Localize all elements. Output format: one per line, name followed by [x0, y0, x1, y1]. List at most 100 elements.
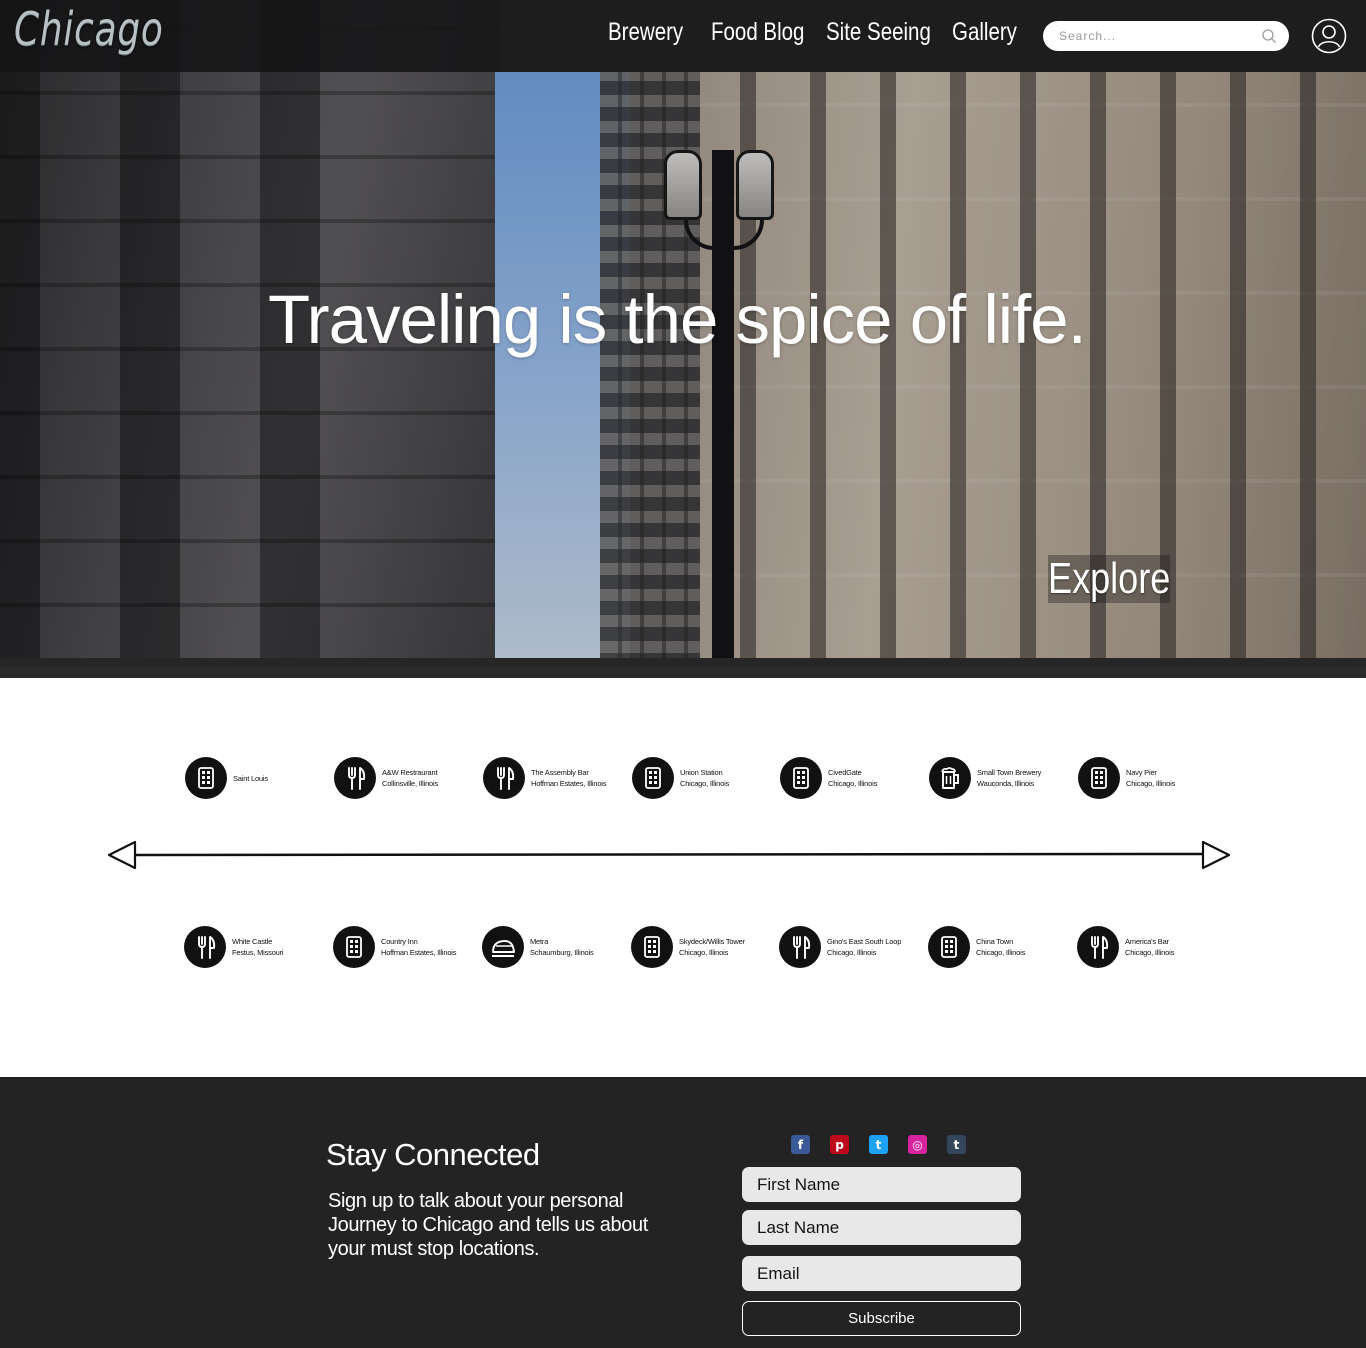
location-name: Metra: [530, 937, 549, 946]
location-item[interactable]: A&W Restraurant Collinsville, Illinois: [334, 755, 438, 801]
building-icon: [780, 757, 822, 799]
building-icon: [185, 757, 227, 799]
location-item[interactable]: China Town Chicago, Illinois: [928, 924, 1025, 970]
location-item[interactable]: Small Town Brewery Wauconda, Illinois: [929, 755, 1041, 801]
nav-link-gallery[interactable]: Gallery: [952, 18, 1017, 47]
location-text: Gino's East South Loop Chicago, Illinois: [827, 936, 901, 958]
fork-knife-icon: [779, 926, 821, 968]
location-text: America's Bar Chicago, Illinois: [1125, 936, 1174, 958]
fork-knife-icon: [483, 757, 525, 799]
location-name: CivedGate: [828, 768, 862, 777]
hero-bottom-bar: [0, 658, 1366, 667]
location-text: Skydeck/Willis Tower Chicago, Illinois: [679, 936, 745, 958]
location-item[interactable]: Skydeck/Willis Tower Chicago, Illinois: [631, 924, 745, 970]
location-place: Chicago, Illinois: [680, 779, 730, 788]
location-place: Festus, Missouri: [232, 948, 284, 957]
email-field[interactable]: [742, 1256, 1021, 1291]
building-icon: [631, 926, 673, 968]
tumblr-icon[interactable]: t: [947, 1135, 966, 1154]
slider-prev-arrow-icon[interactable]: [107, 840, 137, 870]
hero-divider: [0, 667, 1366, 678]
location-place: Hoffman Estates, Illinois: [381, 948, 457, 957]
instagram-icon[interactable]: ◎: [908, 1135, 927, 1154]
location-name: White Castle: [232, 937, 273, 946]
location-item[interactable]: Navy Pier Chicago, Illinois: [1078, 755, 1175, 801]
locations-slider: [106, 838, 1232, 872]
slider-next-arrow-icon[interactable]: [1201, 840, 1231, 870]
location-text: A&W Restraurant Collinsville, Illinois: [382, 767, 438, 789]
location-text: Country Inn Hoffman Estates, Illinois: [381, 936, 457, 958]
location-name: Small Town Brewery: [977, 768, 1042, 777]
footer-title: Stay Connected: [326, 1137, 540, 1172]
twitter-icon[interactable]: t: [869, 1135, 888, 1154]
site-logo[interactable]: Chicago: [14, 2, 164, 66]
location-item[interactable]: Country Inn Hoffman Estates, Illinois: [333, 924, 457, 970]
fork-knife-icon: [1077, 926, 1119, 968]
fork-knife-icon: [334, 757, 376, 799]
location-name: China Town: [976, 937, 1014, 946]
locations-row-bottom: White Castle Festus, Missouri Country Inn H…: [0, 924, 1366, 970]
location-text: CivedGate Chicago, Illinois: [828, 767, 877, 789]
facebook-icon[interactable]: f: [791, 1135, 810, 1154]
location-place: Chicago, Illinois: [976, 948, 1026, 957]
train-icon: [482, 926, 524, 968]
footer: Stay Connected Sign up to talk about you…: [0, 1077, 1366, 1348]
location-text: China Town Chicago, Illinois: [976, 936, 1025, 958]
location-item[interactable]: Union Station Chicago, Illinois: [632, 755, 729, 801]
location-place: Hoffman Estates, Illinois: [531, 779, 607, 788]
location-place: Wauconda, Illinois: [977, 779, 1034, 788]
location-item[interactable]: America's Bar Chicago, Illinois: [1077, 924, 1174, 970]
beer-mug-icon: [929, 757, 971, 799]
locations-row-top: Saint Louis A&W Restraurant Collinsville, …: [0, 755, 1366, 801]
locations-section: Saint Louis A&W Restraurant Collinsville, …: [0, 678, 1366, 1077]
location-place: Chicago, Illinois: [828, 779, 878, 788]
location-item[interactable]: Metra Schaumburg, Illinois: [482, 924, 594, 970]
explore-button[interactable]: Explore: [1048, 555, 1171, 603]
search-icon[interactable]: [1261, 28, 1277, 44]
slider-track: [107, 840, 1231, 870]
building-icon: [928, 926, 970, 968]
location-item[interactable]: Gino's East South Loop Chicago, Illinois: [779, 924, 901, 970]
pinterest-icon[interactable]: p: [830, 1135, 849, 1154]
building-icon: [1078, 757, 1120, 799]
first-name-field[interactable]: [742, 1167, 1021, 1202]
location-place: Chicago, Illinois: [679, 948, 729, 957]
location-text: Saint Louis: [233, 773, 268, 784]
location-place: Chicago, Illinois: [827, 948, 877, 957]
location-text: The Assembly Bar Hoffman Estates, Illinoi…: [531, 767, 607, 789]
location-name: A&W Restraurant: [382, 768, 438, 777]
location-name: Navy Pier: [1126, 768, 1157, 777]
building-icon: [333, 926, 375, 968]
subscribe-button[interactable]: Subscribe: [742, 1301, 1021, 1336]
location-name: Skydeck/Willis Tower: [679, 937, 745, 946]
search-input[interactable]: [1059, 29, 1259, 43]
location-name: The Assembly Bar: [531, 768, 589, 777]
user-account-icon[interactable]: [1311, 18, 1347, 54]
location-item[interactable]: CivedGate Chicago, Illinois: [780, 755, 877, 801]
building-icon: [632, 757, 674, 799]
location-text: Small Town Brewery Wauconda, Illinois: [977, 767, 1041, 789]
hero-section: Traveling is the spice of life. Explore: [0, 0, 1366, 667]
location-name: Gino's East South Loop: [827, 937, 902, 946]
navbar: Chicago Brewery Food Blog Site Seeing Ga…: [0, 0, 1366, 72]
hero-tagline: Traveling is the spice of life.: [268, 281, 1087, 358]
nav-link-food-blog[interactable]: Food Blog: [711, 18, 804, 47]
fork-knife-icon: [184, 926, 226, 968]
location-place: Schaumburg, Illinois: [530, 948, 594, 957]
last-name-field[interactable]: [742, 1210, 1021, 1245]
footer-description: Sign up to talk about your personal Jour…: [328, 1190, 648, 1260]
nav-link-brewery[interactable]: Brewery: [608, 18, 683, 47]
nav-link-site-seeing[interactable]: Site Seeing: [826, 18, 931, 47]
location-item[interactable]: The Assembly Bar Hoffman Estates, Illinoi…: [483, 755, 607, 801]
location-name: America's Bar: [1125, 937, 1169, 946]
location-place: Collinsville, Illinois: [382, 779, 439, 788]
location-text: Metra Schaumburg, Illinois: [530, 936, 594, 958]
search-box: [1043, 21, 1289, 51]
location-name: Country Inn: [381, 937, 418, 946]
social-links: f p t ◎ t: [791, 1135, 986, 1155]
location-item[interactable]: White Castle Festus, Missouri: [184, 924, 284, 970]
location-name: Union Station: [680, 768, 723, 777]
location-place: Chicago, Illinois: [1125, 948, 1175, 957]
location-text: White Castle Festus, Missouri: [232, 936, 284, 958]
location-item[interactable]: Saint Louis: [185, 755, 268, 801]
